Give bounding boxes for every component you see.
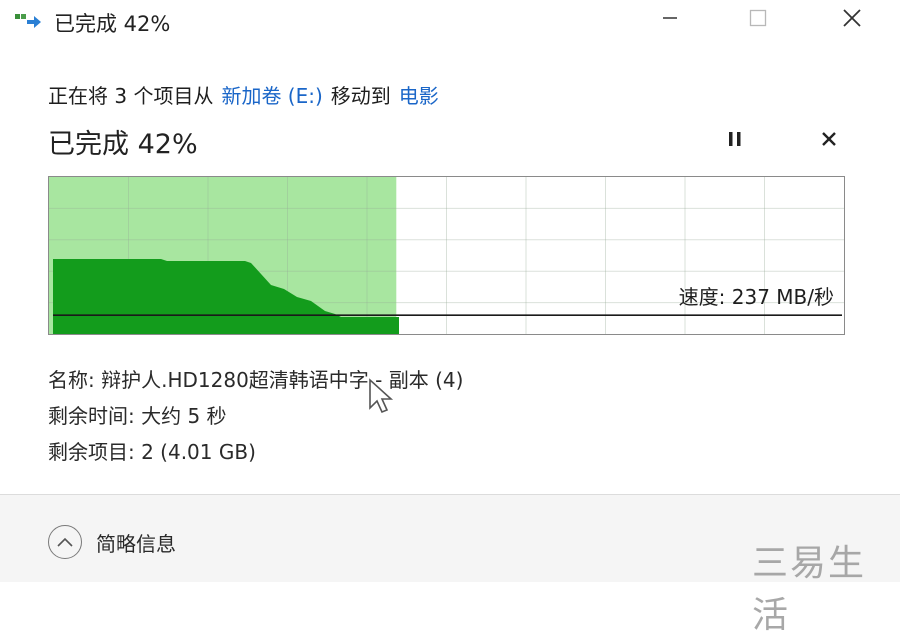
close-icon <box>841 7 863 33</box>
operation-description: 正在将 3 个项目从新加卷 (E:) 移动到电影 <box>48 80 439 109</box>
destination-link[interactable]: 电影 <box>399 84 439 108</box>
cancel-button[interactable] <box>812 126 846 156</box>
details-panel: 名称: 辩护人.HD1280超清韩语中字 - 副本 (4) 剩余时间: 大约 5… <box>48 362 463 470</box>
mouse-cursor-icon <box>368 378 394 418</box>
file-name: 名称: 辩护人.HD1280超清韩语中字 - 副本 (4) <box>48 362 463 398</box>
close-window-button[interactable] <box>822 0 882 40</box>
less-details-toggle[interactable] <box>48 525 82 559</box>
maximize-icon <box>748 8 768 32</box>
move-files-icon <box>14 10 42 32</box>
source-link[interactable]: 新加卷 (E:) <box>221 84 322 108</box>
watermark-logo: 三易生活 <box>752 534 900 638</box>
minimize-button[interactable] <box>640 0 700 40</box>
minimize-icon <box>660 8 680 32</box>
time-remaining: 剩余时间: 大约 5 秒 <box>48 398 463 434</box>
maximize-button[interactable] <box>728 0 788 40</box>
title-bar: 已完成 42% <box>0 0 900 44</box>
speed-graph-canvas <box>49 177 844 334</box>
speed-label: 速度: 237 MB/秒 <box>679 281 834 310</box>
operation-verb: 移动到 <box>331 84 391 108</box>
window-title: 已完成 42% <box>54 8 170 38</box>
less-details-label[interactable]: 简略信息 <box>96 528 176 557</box>
progress-heading: 已完成 42% <box>48 122 198 161</box>
operation-prefix: 正在将 3 个项目从 <box>48 84 213 108</box>
pause-icon <box>726 130 744 152</box>
items-remaining: 剩余项目: 2 (4.01 GB) <box>48 434 463 470</box>
chevron-up-icon <box>56 533 74 552</box>
close-icon <box>820 130 838 152</box>
progress-graph: 速度: 237 MB/秒 <box>48 176 845 335</box>
pause-button[interactable] <box>718 126 752 156</box>
